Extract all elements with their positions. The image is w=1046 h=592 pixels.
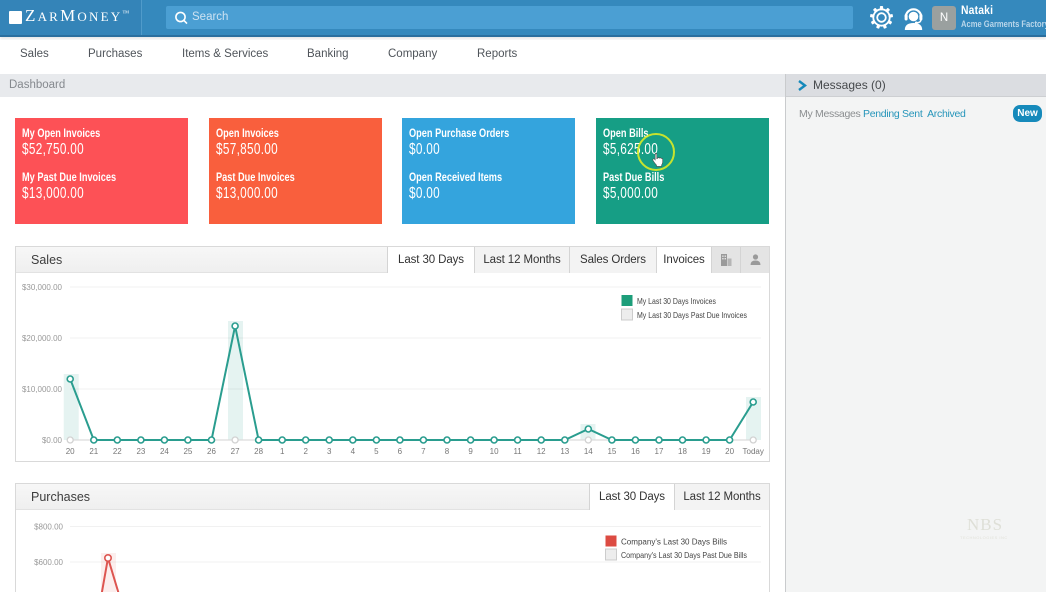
svg-text:7: 7 xyxy=(421,447,426,456)
svg-text:28: 28 xyxy=(254,447,263,456)
svg-text:$20,000.00: $20,000.00 xyxy=(22,334,63,343)
svg-text:27: 27 xyxy=(231,447,240,456)
svg-text:19: 19 xyxy=(702,447,711,456)
svg-text:24: 24 xyxy=(160,447,169,456)
svg-text:$800.00: $800.00 xyxy=(34,523,63,532)
svg-text:$600.00: $600.00 xyxy=(34,558,63,567)
svg-text:14: 14 xyxy=(584,447,593,456)
svg-text:Today: Today xyxy=(743,447,764,456)
svg-text:6: 6 xyxy=(398,447,403,456)
svg-text:26: 26 xyxy=(207,447,216,456)
svg-text:10: 10 xyxy=(490,447,499,456)
svg-text:Company's Last 30 Days Bills: Company's Last 30 Days Bills xyxy=(621,538,727,547)
svg-text:25: 25 xyxy=(183,447,192,456)
svg-text:16: 16 xyxy=(631,447,640,456)
svg-text:15: 15 xyxy=(607,447,616,456)
svg-text:17: 17 xyxy=(655,447,664,456)
svg-text:$30,000.00: $30,000.00 xyxy=(22,283,63,292)
svg-text:My Last 30 Days Invoices: My Last 30 Days Invoices xyxy=(637,297,716,306)
svg-text:13: 13 xyxy=(560,447,569,456)
svg-text:20: 20 xyxy=(725,447,734,456)
svg-text:Company's Last 30 Days Past Du: Company's Last 30 Days Past Due Bills xyxy=(621,551,747,560)
svg-text:$10,000.00: $10,000.00 xyxy=(22,385,63,394)
svg-text:9: 9 xyxy=(468,447,473,456)
svg-text:1: 1 xyxy=(280,447,285,456)
svg-text:4: 4 xyxy=(351,447,356,456)
svg-text:My Last 30 Days Past Due Invoi: My Last 30 Days Past Due Invoices xyxy=(637,311,747,320)
svg-text:$0.00: $0.00 xyxy=(42,436,63,445)
svg-text:23: 23 xyxy=(136,447,145,456)
svg-text:3: 3 xyxy=(327,447,332,456)
svg-text:12: 12 xyxy=(537,447,546,456)
svg-text:18: 18 xyxy=(678,447,687,456)
svg-text:2: 2 xyxy=(303,447,308,456)
svg-text:20: 20 xyxy=(66,447,75,456)
svg-text:11: 11 xyxy=(513,447,522,456)
svg-text:8: 8 xyxy=(445,447,450,456)
svg-text:21: 21 xyxy=(89,447,98,456)
svg-text:5: 5 xyxy=(374,447,379,456)
svg-text:22: 22 xyxy=(113,447,122,456)
